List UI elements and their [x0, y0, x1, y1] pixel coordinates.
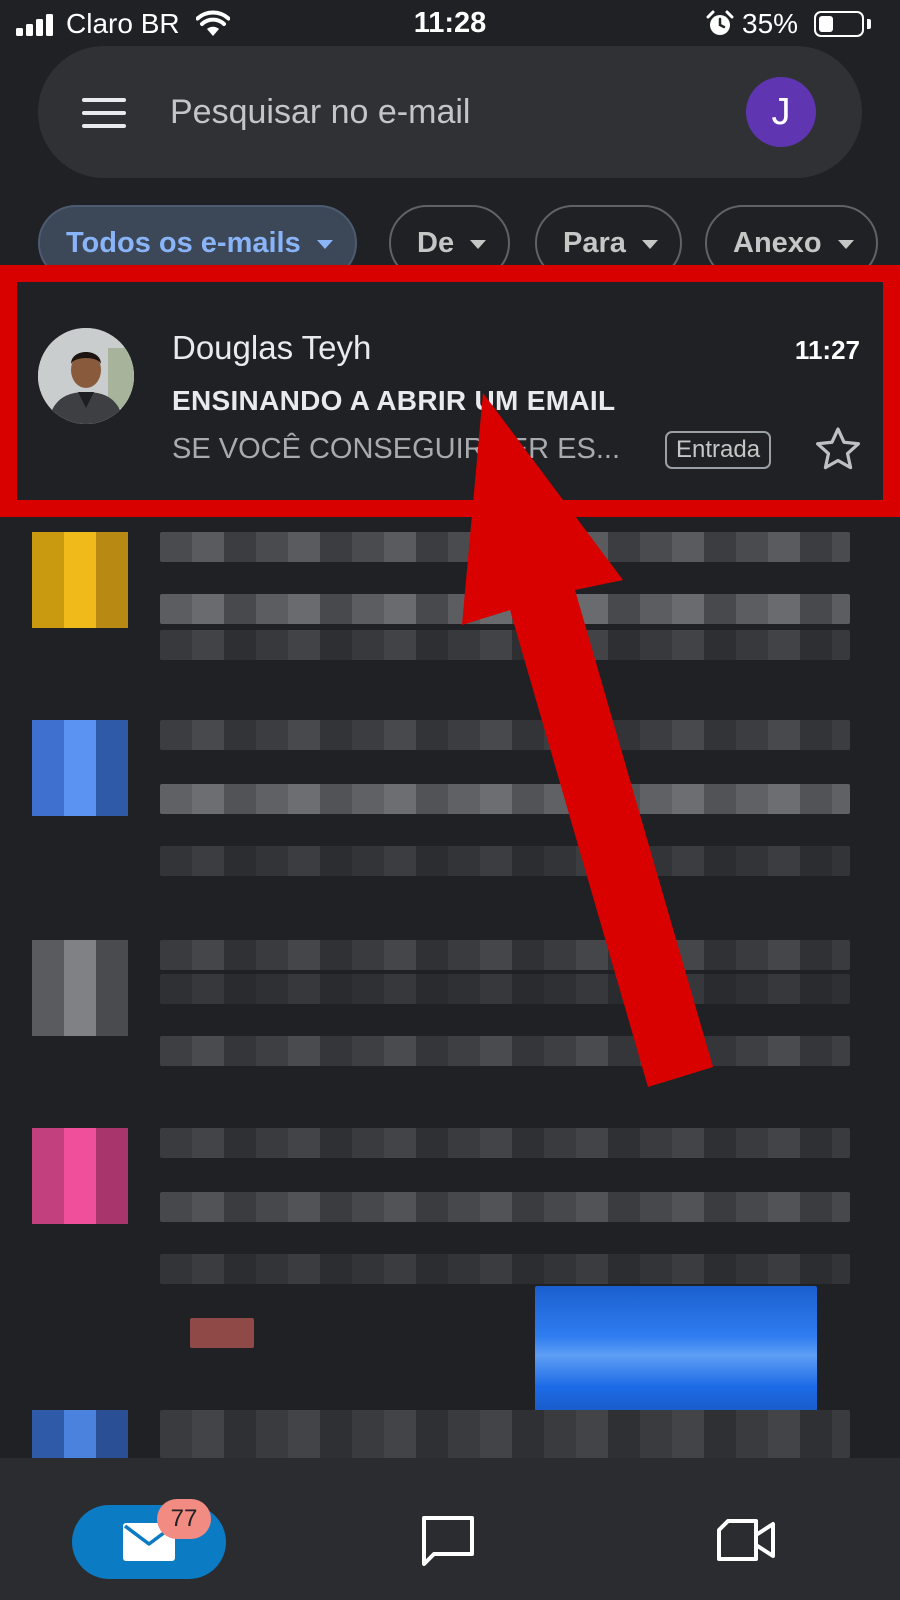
- email-subject: ENSINANDO A ABRIR UM EMAIL: [172, 385, 616, 416]
- bottom-navigation: 77: [0, 1458, 900, 1600]
- blurred-text: [160, 1036, 850, 1066]
- blurred-email-item[interactable]: [0, 910, 900, 1070]
- blurred-button: [535, 1286, 817, 1412]
- blurred-text: [160, 1192, 850, 1222]
- blurred-email-item[interactable]: [0, 532, 900, 692]
- blurred-avatar: [32, 1128, 128, 1224]
- blurred-email-item[interactable]: [0, 720, 900, 880]
- blurred-text: [160, 784, 850, 814]
- blurred-text: [160, 720, 850, 750]
- blurred-text: [160, 1410, 850, 1458]
- email-time: 11:27: [794, 335, 860, 365]
- search-input[interactable]: [170, 76, 730, 148]
- blurred-text: [160, 630, 850, 660]
- blurred-avatar: [32, 940, 128, 1036]
- blurred-text: [160, 974, 850, 1004]
- blurred-avatar: [32, 720, 128, 816]
- email-list-item[interactable]: Douglas Teyh 11:27 ENSINANDO A ABRIR UM …: [0, 265, 900, 515]
- email-snippet: SE VOCÊ CONSEGUIR LER ES...: [172, 433, 620, 465]
- inbox-label-badge: Entrada: [665, 431, 772, 469]
- battery-percent: 35%: [742, 8, 799, 39]
- chevron-down-icon: [641, 239, 658, 249]
- blurred-text: [160, 1128, 850, 1158]
- sender-avatar: [38, 328, 134, 424]
- menu-icon[interactable]: [82, 98, 126, 128]
- battery-icon: [814, 11, 864, 37]
- chevron-down-icon: [316, 239, 333, 249]
- chevron-down-icon: [837, 239, 854, 249]
- blurred-text: [160, 940, 850, 970]
- battery-cap: [867, 19, 871, 29]
- chevron-down-icon: [470, 239, 487, 249]
- blurred-text: [160, 1254, 850, 1284]
- meet-icon[interactable]: [716, 1518, 776, 1562]
- blurred-email-item[interactable]: [0, 1128, 900, 1428]
- filter-chip-label: De: [417, 226, 455, 259]
- account-avatar[interactable]: J: [746, 77, 816, 147]
- alarm-icon: [706, 10, 734, 35]
- blurred-avatar: [32, 532, 128, 628]
- email-sender: Douglas Teyh: [172, 329, 372, 366]
- blurred-text: [190, 1318, 254, 1348]
- blurred-text: [160, 846, 850, 876]
- star-icon[interactable]: [812, 423, 864, 475]
- battery-fill: [819, 16, 833, 32]
- filter-chip-label: Todos os e-mails: [66, 226, 301, 259]
- blurred-avatar: [32, 1410, 128, 1458]
- status-bar: Claro BR 11:28 35%: [0, 0, 900, 48]
- blurred-email-item[interactable]: [0, 1410, 900, 1458]
- blurred-text: [160, 594, 850, 624]
- filter-chip-label: Anexo: [733, 226, 822, 259]
- unread-count-badge: 77: [157, 1499, 211, 1539]
- blurred-text: [160, 532, 850, 562]
- filter-chip-label: Para: [563, 226, 626, 259]
- search-bar: J: [38, 46, 862, 178]
- chat-icon[interactable]: [420, 1514, 476, 1568]
